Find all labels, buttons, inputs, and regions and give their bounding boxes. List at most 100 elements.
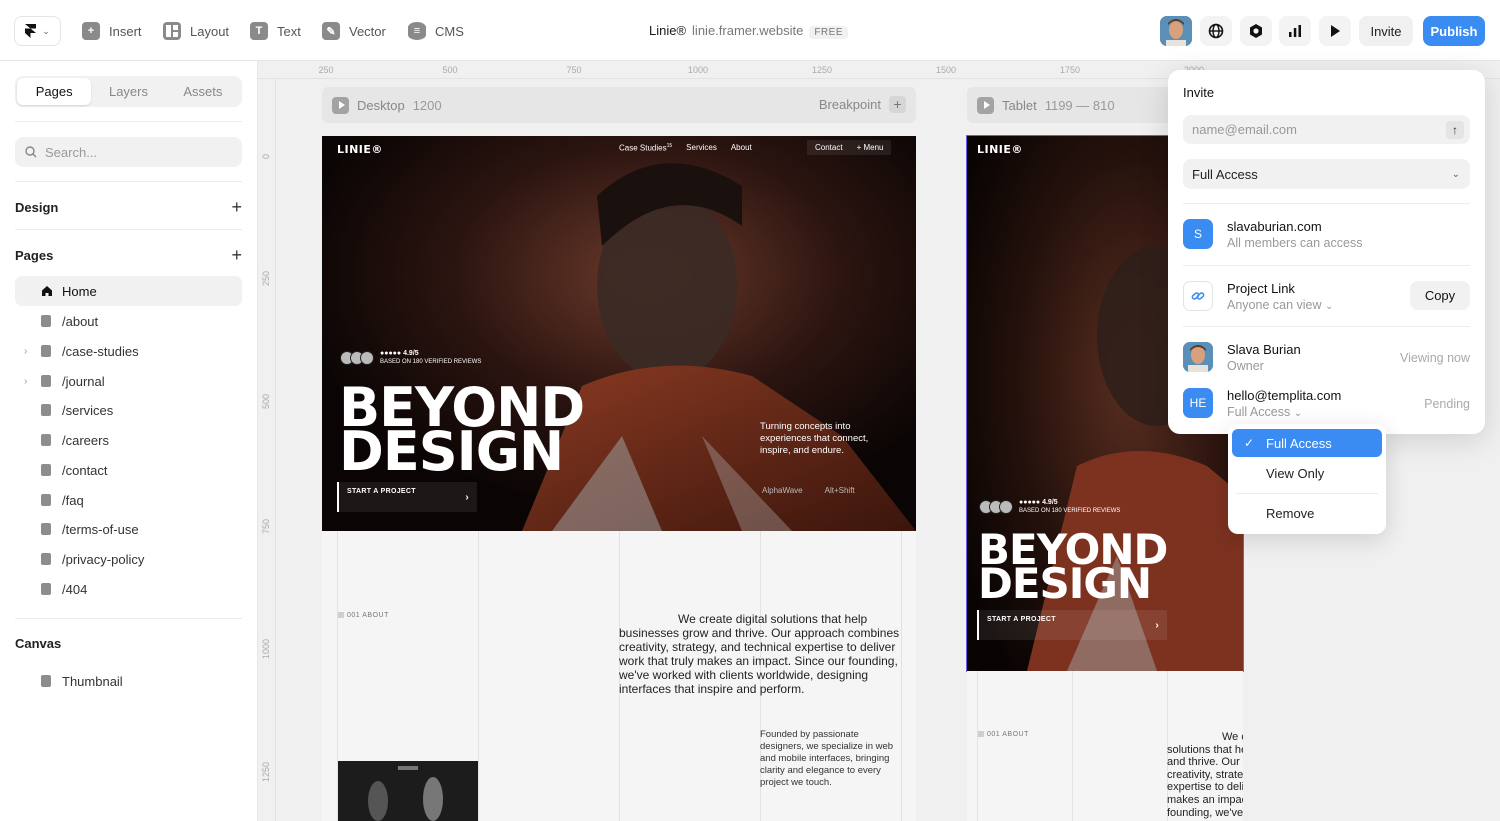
site-logo[interactable]: LINIE® <box>337 143 383 156</box>
invite-email-input[interactable]: name@email.com ↑ <box>1183 115 1470 144</box>
page-icon <box>41 345 51 357</box>
ruler-tick: 250 <box>318 65 334 75</box>
page-item-careers[interactable]: /careers <box>15 425 242 455</box>
member-role-select[interactable]: Full Access ⌄ <box>1227 405 1302 419</box>
search-placeholder: Search... <box>45 144 98 160</box>
chevron-right-icon[interactable]: › <box>24 376 27 387</box>
grid-line <box>901 531 902 821</box>
bar-chart-icon <box>1289 25 1301 37</box>
chevron-down-icon: ⌄ <box>1293 408 1303 419</box>
chevron-right-icon[interactable]: › <box>24 346 27 357</box>
copy-link-button[interactable]: Copy <box>1410 281 1470 310</box>
preview-button[interactable] <box>1319 16 1351 46</box>
page-item-privacy-policy[interactable]: /privacy-policy <box>15 544 242 574</box>
add-design-icon[interactable]: + <box>231 198 242 216</box>
ruler-tick: 250 <box>261 270 271 286</box>
search-input[interactable]: Search... <box>15 137 242 167</box>
play-preview-icon[interactable] <box>977 96 994 114</box>
link-permission-select[interactable]: Anyone can view ⌄ <box>1227 298 1333 312</box>
menu-item-label: View Only <box>1266 465 1325 481</box>
breakpoint-name: Tablet <box>1002 97 1037 113</box>
page-item-home[interactable]: Home <box>15 276 242 306</box>
reviews-count: BASED ON 180 VERIFIED REVIEWS <box>380 358 482 365</box>
menu-item-remove[interactable]: Remove <box>1232 499 1382 527</box>
menu-item-view-only[interactable]: View Only <box>1232 459 1382 487</box>
tablet-about-section[interactable]: 001 ABOUT We create digital solutions th… <box>967 671 1243 821</box>
vector-button[interactable]: ✎ Vector <box>322 19 386 43</box>
desktop-breakpoint-bar[interactable]: Desktop 1200 Breakpoint + <box>322 87 916 123</box>
design-section-header[interactable]: Design + <box>15 198 242 216</box>
invite-title: Invite <box>1183 85 1215 100</box>
user-avatar[interactable] <box>1160 16 1192 46</box>
page-item-faq[interactable]: /faq <box>15 485 242 515</box>
nav-link-services[interactable]: Services <box>686 143 717 153</box>
desktop-hero-frame[interactable]: LINIE® Case Studies15 Services About Con… <box>322 136 916 531</box>
page-item-case-studies[interactable]: › /case-studies <box>15 336 242 366</box>
menu-item-label: Remove <box>1266 505 1315 521</box>
insert-button[interactable]: + Insert <box>82 19 142 43</box>
access-level-select[interactable]: Full Access ⌄ <box>1183 159 1470 189</box>
page-item-about[interactable]: /about <box>15 306 242 336</box>
desktop-about-section[interactable]: 001 ABOUT We create digital solutions th… <box>322 531 916 821</box>
start-project-button[interactable]: START A PROJECT › <box>337 482 477 512</box>
ruler-tick: 500 <box>442 65 458 75</box>
canvas-item-thumbnail[interactable]: Thumbnail <box>15 666 242 696</box>
tab-layers[interactable]: Layers <box>91 78 165 105</box>
site-nav-cta: Contact + Menu <box>807 140 892 155</box>
canvas-item-label: Thumbnail <box>62 673 123 689</box>
menu-item-label: Full Access <box>1266 435 1332 451</box>
cms-label: CMS <box>435 23 464 39</box>
pages-section-header[interactable]: Pages + <box>15 246 242 264</box>
framer-menu-button[interactable]: ⌄ <box>14 16 61 46</box>
page-item-label: /terms-of-use <box>62 521 139 537</box>
about-section-tag: 001 ABOUT <box>338 612 389 619</box>
send-arrow-up-icon[interactable]: ↑ <box>1446 121 1464 139</box>
start-project-button[interactable]: START A PROJECT › <box>977 610 1167 640</box>
page-item-services[interactable]: /services <box>15 395 242 425</box>
add-page-icon[interactable]: + <box>231 246 242 264</box>
cta-label: START A PROJECT <box>347 488 416 495</box>
page-icon <box>41 583 51 595</box>
gear-icon <box>1250 24 1262 38</box>
add-breakpoint-button[interactable]: Breakpoint + <box>819 96 906 113</box>
site-logo[interactable]: LINIE® <box>977 143 1023 156</box>
publish-button[interactable]: Publish <box>1423 16 1485 46</box>
ruler-tick: 1250 <box>811 65 833 75</box>
layout-button[interactable]: Layout <box>163 19 229 43</box>
cms-button[interactable]: ≡ CMS <box>408 19 464 43</box>
invite-button[interactable]: Invite <box>1359 16 1413 46</box>
text-button[interactable]: T Text <box>250 19 301 43</box>
project-link-row: Project Link Anyone can view ⌄ Copy <box>1183 276 1470 316</box>
page-item-journal[interactable]: › /journal <box>15 366 242 396</box>
divider <box>15 181 242 182</box>
settings-button[interactable] <box>1240 16 1272 46</box>
globe-language-button[interactable] <box>1200 16 1232 46</box>
page-item-404[interactable]: /404 <box>15 574 242 604</box>
page-item-terms-of-use[interactable]: /terms-of-use <box>15 514 242 544</box>
member-avatar: HE <box>1183 388 1213 418</box>
ruler-tick: 750 <box>566 65 582 75</box>
divider <box>1183 203 1470 204</box>
analytics-button[interactable] <box>1279 16 1311 46</box>
page-item-label: /services <box>62 402 114 418</box>
reviewer-avatars <box>979 499 1013 514</box>
tab-pages[interactable]: Pages <box>17 78 92 105</box>
nav-menu-button[interactable]: + Menu <box>857 143 884 152</box>
nav-link-about[interactable]: About <box>731 143 752 153</box>
page-item-label: /careers <box>62 432 109 448</box>
tab-assets[interactable]: Assets <box>166 78 240 105</box>
ruler-tick: 1000 <box>261 638 271 659</box>
page-item-contact[interactable]: /contact <box>15 455 242 485</box>
project-name: Linie® <box>649 23 687 38</box>
project-title[interactable]: Linie® linie.framer.website FREE <box>649 23 848 39</box>
search-icon <box>25 146 37 158</box>
play-preview-icon[interactable] <box>332 96 349 114</box>
menu-item-full-access[interactable]: ✓ Full Access <box>1232 429 1382 457</box>
vector-label: Vector <box>349 23 386 39</box>
about-section-tag: 001 ABOUT <box>978 731 1029 738</box>
page-item-label: /about <box>62 313 99 329</box>
nav-link-case-studies[interactable]: Case Studies15 <box>619 143 672 153</box>
nav-link-contact[interactable]: Contact <box>815 143 843 152</box>
member-name: hello@templita.com <box>1227 388 1342 403</box>
workspace-name: slavaburian.com <box>1227 219 1322 234</box>
